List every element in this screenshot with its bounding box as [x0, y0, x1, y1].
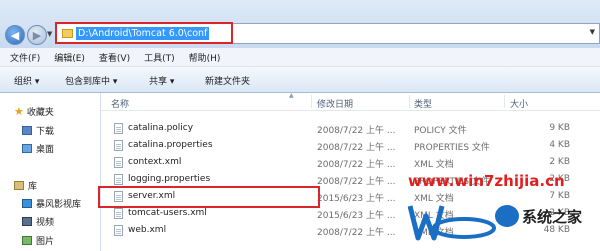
- library-icon: [14, 181, 24, 190]
- forward-button[interactable]: ▶: [27, 25, 47, 45]
- file-date: 2008/7/22 上午 ...: [317, 177, 396, 187]
- column-divider[interactable]: [504, 95, 505, 108]
- forward-arrow-icon: ▶: [32, 28, 42, 42]
- sort-ascending-icon: ▲: [289, 92, 294, 99]
- menu-file[interactable]: 文件(F): [6, 51, 44, 64]
- downloads-folder-icon: [22, 126, 32, 135]
- nav-storm-library[interactable]: 暴风影视库: [22, 197, 81, 210]
- file-type: POLICY 文件: [414, 126, 467, 136]
- column-divider[interactable]: [311, 95, 312, 108]
- share-button[interactable]: 共享 ▾: [149, 74, 174, 87]
- address-dropdown-icon[interactable]: ▼: [590, 28, 595, 36]
- pictures-icon: [22, 236, 32, 245]
- file-row[interactable]: context.xml 2008/7/22 上午 ... XML 文档 2 KB: [101, 154, 600, 171]
- file-icon: [114, 157, 123, 168]
- folder-icon: [62, 29, 73, 38]
- nav-storm-label: 暴风影视库: [36, 200, 82, 210]
- file-name: catalina.policy: [128, 123, 194, 133]
- file-icon: [114, 225, 123, 236]
- menu-tools[interactable]: 工具(T): [140, 51, 179, 64]
- nav-downloads-label: 下载: [36, 127, 55, 137]
- file-date: 2008/7/22 上午 ...: [317, 228, 396, 238]
- video-icon: [22, 217, 32, 226]
- menu-bar: 文件(F) 编辑(E) 查看(V) 工具(T) 帮助(H): [0, 48, 600, 67]
- nav-downloads[interactable]: 下载: [22, 124, 54, 137]
- file-date: 2008/7/22 上午 ...: [317, 143, 396, 153]
- nav-videos[interactable]: 视频: [22, 215, 54, 228]
- menu-view[interactable]: 查看(V): [95, 51, 134, 64]
- file-name: server.xml: [128, 191, 176, 201]
- watermark-logo-emblem: [495, 205, 519, 227]
- address-bar[interactable]: D:\Android\Tomcat 6.0\conf ▼: [56, 23, 600, 44]
- back-arrow-icon: ◀: [10, 28, 20, 42]
- file-row[interactable]: catalina.properties 2008/7/22 上午 ... PRO…: [101, 137, 600, 154]
- file-row[interactable]: catalina.policy 2008/7/22 上午 ... POLICY …: [101, 120, 600, 137]
- column-size[interactable]: 大小: [510, 97, 528, 110]
- file-size: 7 KB: [549, 191, 570, 201]
- nav-pictures[interactable]: 图片: [22, 234, 54, 247]
- address-path[interactable]: D:\Android\Tomcat 6.0\conf: [76, 27, 210, 40]
- file-type: XML 文档: [414, 160, 454, 170]
- nav-pictures-label: 图片: [36, 237, 55, 247]
- file-icon: [114, 191, 123, 202]
- nav-favorites-label: 收藏夹: [26, 108, 54, 118]
- menu-help[interactable]: 帮助(H): [185, 51, 225, 64]
- column-header: ▲ 名称 修改日期 类型 大小: [101, 92, 600, 111]
- nav-videos-label: 视频: [36, 218, 55, 228]
- address-bar-row: ◀ ▶ ▼ D:\Android\Tomcat 6.0\conf ▼: [0, 0, 600, 48]
- new-folder-button[interactable]: 新建文件夹: [205, 74, 250, 87]
- file-date: 2008/7/22 上午 ...: [317, 160, 396, 170]
- nav-desktop[interactable]: 桌面: [22, 142, 54, 155]
- back-button[interactable]: ◀: [5, 25, 25, 45]
- nav-libraries-label: 库: [28, 182, 38, 192]
- file-row[interactable]: server.xml 2015/6/23 上午 ... XML 文档 7 KB: [101, 188, 600, 205]
- nav-favorites[interactable]: ★ 收藏夹: [14, 105, 54, 118]
- storm-video-icon: [22, 199, 32, 208]
- file-name: tomcat-users.xml: [128, 208, 207, 218]
- file-size: 4 KB: [549, 140, 570, 150]
- file-type: PROPERTIES 文件: [414, 143, 490, 153]
- column-type[interactable]: 类型: [414, 97, 432, 110]
- file-name: context.xml: [128, 157, 182, 167]
- file-date: 2015/6/23 上午 ...: [317, 211, 396, 221]
- file-name: web.xml: [128, 225, 167, 235]
- desktop-icon: [22, 144, 32, 153]
- star-icon: ★: [14, 105, 24, 118]
- file-date: 2008/7/22 上午 ...: [317, 126, 396, 136]
- file-size: 2 KB: [549, 157, 570, 167]
- file-icon: [114, 123, 123, 134]
- file-name: catalina.properties: [128, 140, 213, 150]
- column-name[interactable]: 名称: [111, 97, 129, 110]
- watermark-win7-logo: [408, 205, 496, 241]
- organize-button[interactable]: 组织 ▾: [14, 74, 39, 87]
- file-icon: [114, 140, 123, 151]
- watermark-url: www.win7zhijia.cn: [408, 172, 565, 190]
- navigation-pane: ★ 收藏夹 下载 桌面 库 暴风影视库 视频 图片: [0, 93, 101, 251]
- include-in-library-button[interactable]: 包含到库中 ▾: [65, 74, 117, 87]
- file-date: 2015/6/23 上午 ...: [317, 194, 396, 204]
- column-divider[interactable]: [409, 95, 410, 108]
- file-icon: [114, 174, 123, 185]
- menu-edit[interactable]: 编辑(E): [50, 51, 89, 64]
- nav-desktop-label: 桌面: [36, 145, 55, 155]
- watermark-site-name: 系统之家: [522, 208, 583, 226]
- nav-libraries[interactable]: 库: [14, 179, 37, 192]
- file-icon: [114, 208, 123, 219]
- column-date[interactable]: 修改日期: [317, 97, 353, 110]
- command-toolbar: 组织 ▾ 包含到库中 ▾ 共享 ▾ 新建文件夹: [0, 67, 600, 93]
- recent-pages-dropdown-icon[interactable]: ▼: [47, 30, 52, 38]
- file-name: logging.properties: [128, 174, 211, 184]
- file-size: 9 KB: [549, 123, 570, 133]
